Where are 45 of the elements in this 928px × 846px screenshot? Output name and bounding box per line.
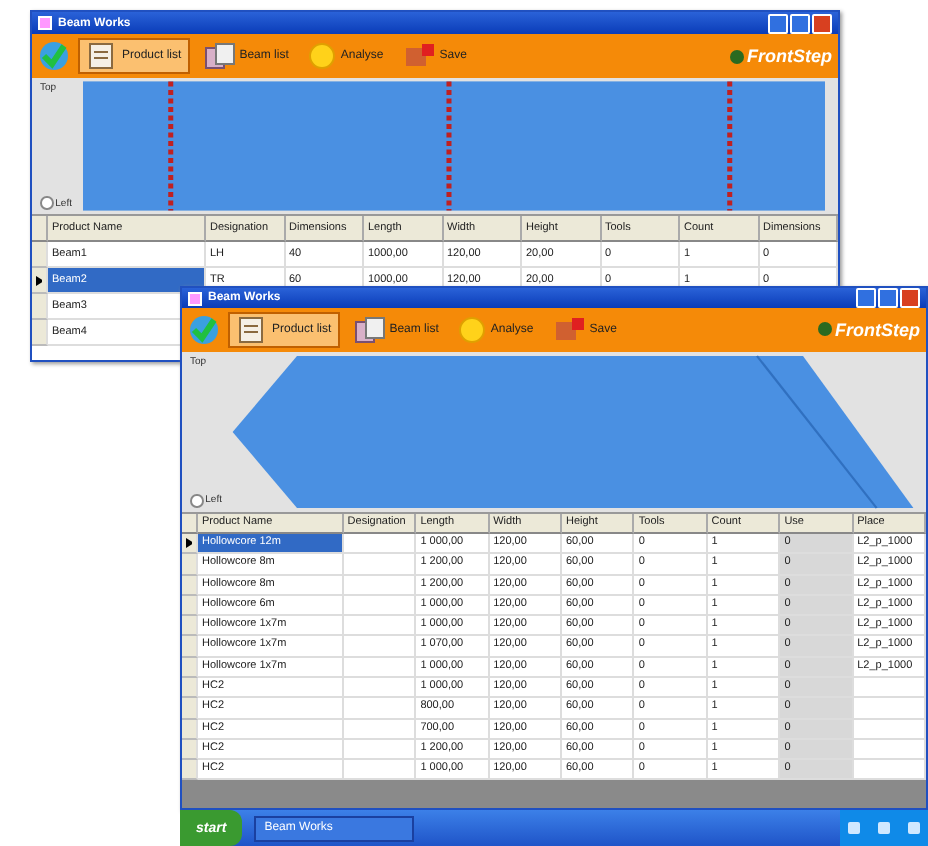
app-icon: [38, 16, 52, 30]
document-icon: [353, 315, 386, 344]
sun-icon: [458, 315, 487, 344]
minimize-button[interactable]: [856, 288, 876, 308]
radio-button[interactable]: [40, 196, 54, 210]
maximize-button[interactable]: [790, 13, 810, 33]
logo: FrontStep: [729, 46, 832, 66]
cut-line: [727, 81, 732, 211]
table-cell: [343, 739, 417, 761]
table-cell: [853, 719, 926, 740]
tray-icon[interactable]: [848, 822, 861, 834]
table-cell: [343, 616, 417, 637]
document-icon: [203, 42, 236, 70]
row-header[interactable]: [32, 268, 48, 294]
logo: FrontStep: [817, 319, 920, 340]
document-icon: [236, 315, 268, 344]
table-cell: [343, 678, 417, 699]
disk-icon: [553, 315, 586, 344]
app-icon: [188, 291, 202, 305]
checkmark-icon[interactable]: [188, 313, 220, 346]
tray-icon[interactable]: [877, 822, 890, 834]
row-header[interactable]: [182, 533, 198, 555]
cut-line: [446, 81, 452, 211]
table-cell: [853, 678, 926, 699]
table-cell: [853, 739, 926, 761]
table-cell: [343, 719, 417, 740]
close-button[interactable]: [812, 13, 832, 33]
close-button[interactable]: [900, 288, 920, 308]
minimize-button[interactable]: [768, 13, 788, 33]
table-cell: [343, 636, 417, 658]
radio-button[interactable]: [190, 493, 204, 508]
table-cell: [343, 698, 417, 720]
checkmark-icon[interactable]: [38, 40, 70, 72]
table-cell: [343, 657, 417, 678]
disk-icon: [403, 42, 436, 70]
sun-icon: [308, 42, 337, 70]
table-cell: [853, 698, 926, 720]
table-cell: [343, 533, 417, 555]
table-cell: [343, 575, 417, 596]
maximize-button[interactable]: [878, 288, 898, 308]
cut-line: [168, 81, 173, 211]
table-cell: [343, 554, 417, 576]
tray-icon[interactable]: [907, 822, 920, 834]
document-icon: [86, 42, 118, 70]
table-cell: [343, 595, 417, 617]
